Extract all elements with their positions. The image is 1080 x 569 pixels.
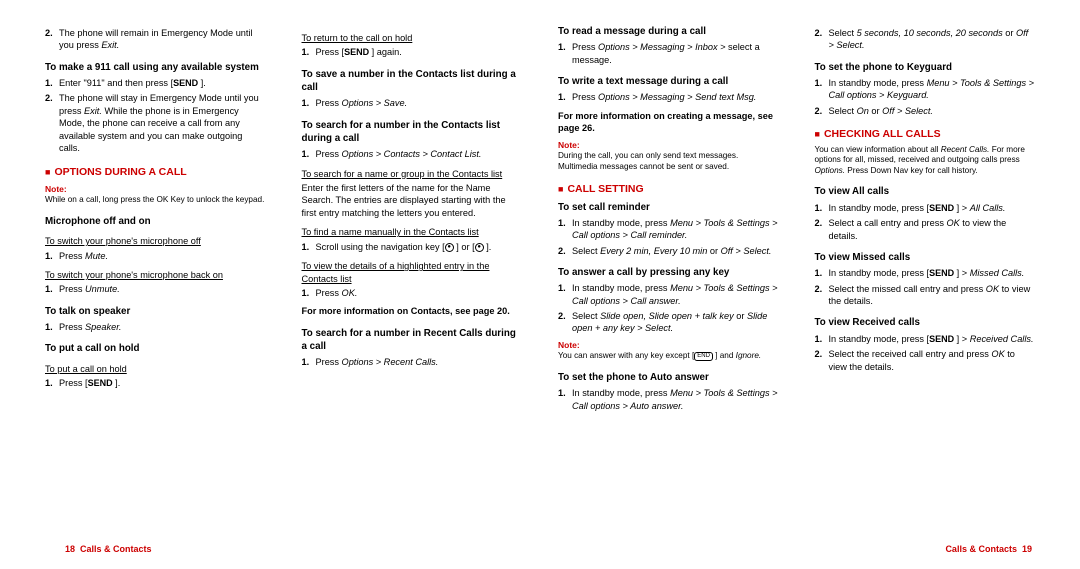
section-checking-all-calls: CHECKING ALL CALLS [815, 127, 1036, 141]
subhead-keyguard: To set the phone to Keyguard [815, 61, 1036, 74]
nav-key-icon: ● [475, 243, 484, 252]
column-4: 2.Select 5 seconds, 10 seconds, 20 secon… [815, 25, 1036, 547]
note-label: Note: [558, 140, 779, 151]
list-item: 1.Press [SEND ]. [45, 377, 266, 389]
subhead-mic-off-on: Microphone off and on [45, 215, 266, 228]
list-item: 1.In standby mode, press Menu > Tools & … [558, 217, 779, 242]
subaction: To search for a name or group in the Con… [302, 168, 523, 180]
list-item: 1.In standby mode, press Menu > Tools & … [558, 387, 779, 412]
subhead-read-message: To read a message during a call [558, 25, 779, 38]
subaction: To return to the call on hold [302, 32, 523, 44]
paragraph: Enter the first letters of the name for … [302, 182, 523, 219]
note-text: During the call, you can only send text … [558, 151, 779, 172]
list-item: 1.In standby mode, press [SEND ] > All C… [815, 202, 1036, 214]
list-item: 2.Select On or Off > Select. [815, 105, 1036, 117]
subaction: To put a call on hold [45, 363, 266, 375]
list-item: 1.Enter "911" and then press [SEND ]. [45, 77, 266, 89]
note-text: You can answer with any key except [END … [558, 351, 779, 362]
list-item: 1.Press Options > Messaging > Send text … [558, 91, 779, 103]
list-item: 1.Press Options > Messaging > Inbox > se… [558, 41, 779, 66]
list-item: 1.Press Options > Contacts > Contact Lis… [302, 148, 523, 160]
list-item: 2.Select Slide open, Slide open + talk k… [558, 310, 779, 335]
page-footer-right: Calls & Contacts 19 [945, 543, 1032, 555]
column-1: 2.The phone will remain in Emergency Mod… [45, 25, 266, 547]
subhead-view-all-calls: To view All calls [815, 185, 1036, 198]
list-item: 1.Press Speaker. [45, 321, 266, 333]
subhead-call-reminder: To set call reminder [558, 201, 779, 214]
list-item: 2.Select 5 seconds, 10 seconds, 20 secon… [815, 27, 1036, 52]
list-item: 2.The phone will remain in Emergency Mod… [45, 27, 266, 52]
list-item: 2.Select the received call entry and pre… [815, 348, 1036, 373]
end-key-icon: END [694, 352, 713, 361]
subhead-put-call-hold: To put a call on hold [45, 342, 266, 355]
subhead-answer-any-key: To answer a call by pressing any key [558, 266, 779, 279]
section-desc: You can view information about all Recen… [815, 145, 1036, 177]
note-label: Note: [558, 340, 779, 351]
subaction: To switch your phone's microphone back o… [45, 269, 266, 281]
subhead-911-any-system: To make a 911 call using any available s… [45, 61, 266, 74]
subhead-talk-speaker: To talk on speaker [45, 305, 266, 318]
list-item: 1.Press Mute. [45, 250, 266, 262]
page-spread: 2.The phone will remain in Emergency Mod… [0, 0, 1080, 569]
crossref: For more information on Contacts, see pa… [302, 305, 523, 317]
list-item: 2.Select a call entry and press OK to vi… [815, 217, 1036, 242]
section-options-during-call: OPTIONS DURING A CALL [45, 165, 266, 179]
nav-key-icon: ● [445, 243, 454, 252]
subhead-save-number: To save a number in the Contacts list du… [302, 68, 523, 94]
list-item: 2.Select Every 2 min, Every 10 min or Of… [558, 245, 779, 257]
subhead-view-missed: To view Missed calls [815, 251, 1036, 264]
subhead-search-recent: To search for a number in Recent Calls d… [302, 327, 523, 353]
list-item: 1.In standby mode, press Menu > Tools & … [558, 282, 779, 307]
list-item: 1.Press OK. [302, 287, 523, 299]
list-item: 2.Select the missed call entry and press… [815, 283, 1036, 308]
note-label: Note: [45, 184, 266, 195]
list-item: 1.Press [SEND ] again. [302, 46, 523, 58]
list-item: 1.Press Options > Recent Calls. [302, 356, 523, 368]
column-2: To return to the call on hold 1.Press [S… [302, 25, 523, 547]
note-text: While on a call, long press the OK Key t… [45, 195, 266, 206]
subhead-search-contacts: To search for a number in the Contacts l… [302, 119, 523, 145]
list-item: 1.Scroll using the navigation key [● ] o… [302, 241, 523, 253]
subhead-view-received: To view Received calls [815, 316, 1036, 329]
subaction: To find a name manually in the Contacts … [302, 226, 523, 238]
subaction: To switch your phone's microphone off [45, 235, 266, 247]
subhead-auto-answer: To set the phone to Auto answer [558, 371, 779, 384]
crossref: For more information on creating a messa… [558, 110, 779, 135]
subhead-write-text: To write a text message during a call [558, 75, 779, 88]
column-3: To read a message during a call 1.Press … [558, 25, 779, 547]
page-footer-left: 18 Calls & Contacts [65, 543, 152, 555]
section-call-setting: CALL SETTING [558, 182, 779, 196]
list-item: 1.Press Options > Save. [302, 97, 523, 109]
list-item: 1.Press Unmute. [45, 283, 266, 295]
list-item: 1.In standby mode, press [SEND ] > Misse… [815, 267, 1036, 279]
list-item: 1.In standby mode, press [SEND ] > Recei… [815, 333, 1036, 345]
list-item: 1.In standby mode, press Menu > Tools & … [815, 77, 1036, 102]
list-item: 2.The phone will stay in Emergency Mode … [45, 92, 266, 154]
subaction: To view the details of a highlighted ent… [302, 260, 523, 285]
